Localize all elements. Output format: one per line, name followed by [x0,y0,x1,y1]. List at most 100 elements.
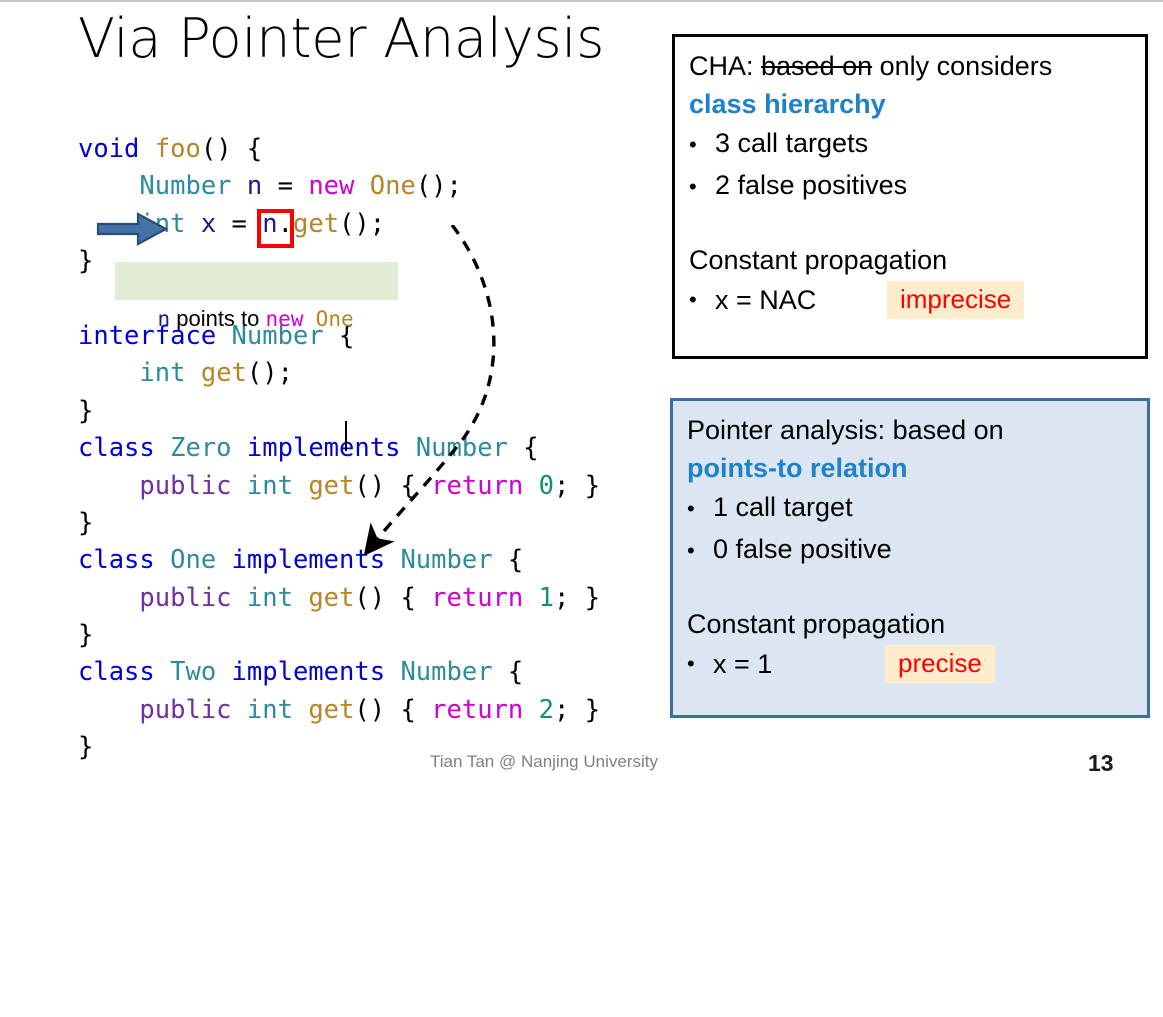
code-token: } [78,732,94,763]
code-line-15: public int get() { return 2; } [78,692,600,729]
code-token: class [78,433,155,464]
code-token: } [78,246,94,277]
code-token: return [431,470,524,501]
pointer-analysis-summary-box: Pointer analysis: based on points-to rel… [670,398,1150,718]
cha-summary-box: CHA: based on only considers class hiera… [672,34,1148,359]
code-token: ; } [554,470,601,501]
code-token: (); [246,358,293,389]
code-line-9: public int get() { return 0; } [78,468,600,505]
code-token: { [492,545,524,576]
pta-spacer [687,571,1137,605]
code-token: = [216,208,263,239]
pta-bullet-1: • 0 false positive [687,529,1137,571]
slide-canvas: Via Pointer Analysis void foo() { Number… [0,0,1163,790]
pta-result-value: x = 1 [713,648,773,679]
code-line-10: } [78,505,600,542]
pta-heading: Pointer analysis: based on [687,415,1004,445]
code-token: return [431,694,524,725]
code-token: (); [415,171,462,202]
code-line-14: class Two implements Number { [78,654,600,691]
code-line-12: public int get() { return 1; } [78,580,600,617]
code-token: () { [354,694,432,725]
cha-bullet-0: • 3 call targets [689,123,1135,165]
code-token: 0 [538,470,554,501]
code-line-8: class Zero implements Number { [78,430,600,467]
callout-type: One [315,307,354,331]
pta-heading-emphasis: points-to relation [687,453,908,483]
points-to-callout: n points to new One [115,262,398,331]
pta-precision-badge: precise [885,645,995,683]
page-title: Via Pointer Analysis [78,7,605,70]
code-token: 2 [538,694,554,725]
code-token: return [431,582,524,613]
cha-heading-prefix: CHA: [689,51,762,81]
cha-bullet-1-text: 2 false positives [715,170,908,200]
callout-gap [303,306,315,331]
cha-heading-emphasis: class hierarchy [689,89,886,119]
code-token: ; } [554,582,601,613]
bullet-icon: • [687,651,695,676]
code-token: int [246,694,293,725]
code-token: () { [354,582,432,613]
callout-relation: points to [170,306,266,331]
code-token: Two [170,657,217,688]
code-line-11: class One implements Number { [78,542,600,579]
page-number: 13 [1088,750,1114,776]
cha-result-value: x = NAC [715,284,817,315]
code-token: public [139,694,232,725]
cha-spacer [689,207,1135,241]
code-token: } [78,507,94,538]
code-token: (); [339,208,386,239]
code-line-0: void foo() { [78,131,600,168]
code-token: foo [154,134,201,164]
cha-heading-rest: only considers [872,51,1053,81]
code-token: Number [400,657,493,688]
cha-bullet-0-text: 3 call targets [715,128,869,158]
bullet-icon: • [689,132,697,157]
code-token: Number [139,171,232,202]
callout-new-keyword: new [265,307,304,331]
current-statement-arrow-icon [96,212,168,246]
code-token: () { [354,470,432,501]
code-token: int [246,582,293,613]
cha-heading-struck: based on [761,51,873,81]
code-token: new [308,171,355,202]
code-token: { [492,657,524,688]
bullet-icon: • [689,174,697,199]
pta-analysis-label: Constant propagation [687,609,946,639]
code-token: implements [231,657,386,688]
code-line-7: } [78,393,600,430]
code-token: get [308,694,355,725]
pta-result-row: • x = 1 precise [687,645,1137,683]
cha-result-row: • x = NAC imprecise [689,281,1135,319]
code-token: 1 [538,582,554,613]
code-token: implements [231,545,386,576]
pta-bullet-0: • 1 call target [687,487,1137,529]
code-token: public [139,470,232,501]
code-token: One [170,545,217,576]
pta-bullet-0-text: 1 call target [713,492,853,522]
code-token: implements [246,433,401,464]
pta-bullet-1-text: 0 false positive [713,534,892,564]
code-line-6: int get(); [78,355,600,392]
code-line-13: } [78,617,600,654]
footer-author: Tian Tan @ Nanjing University [430,752,658,771]
code-token: int [246,470,293,501]
